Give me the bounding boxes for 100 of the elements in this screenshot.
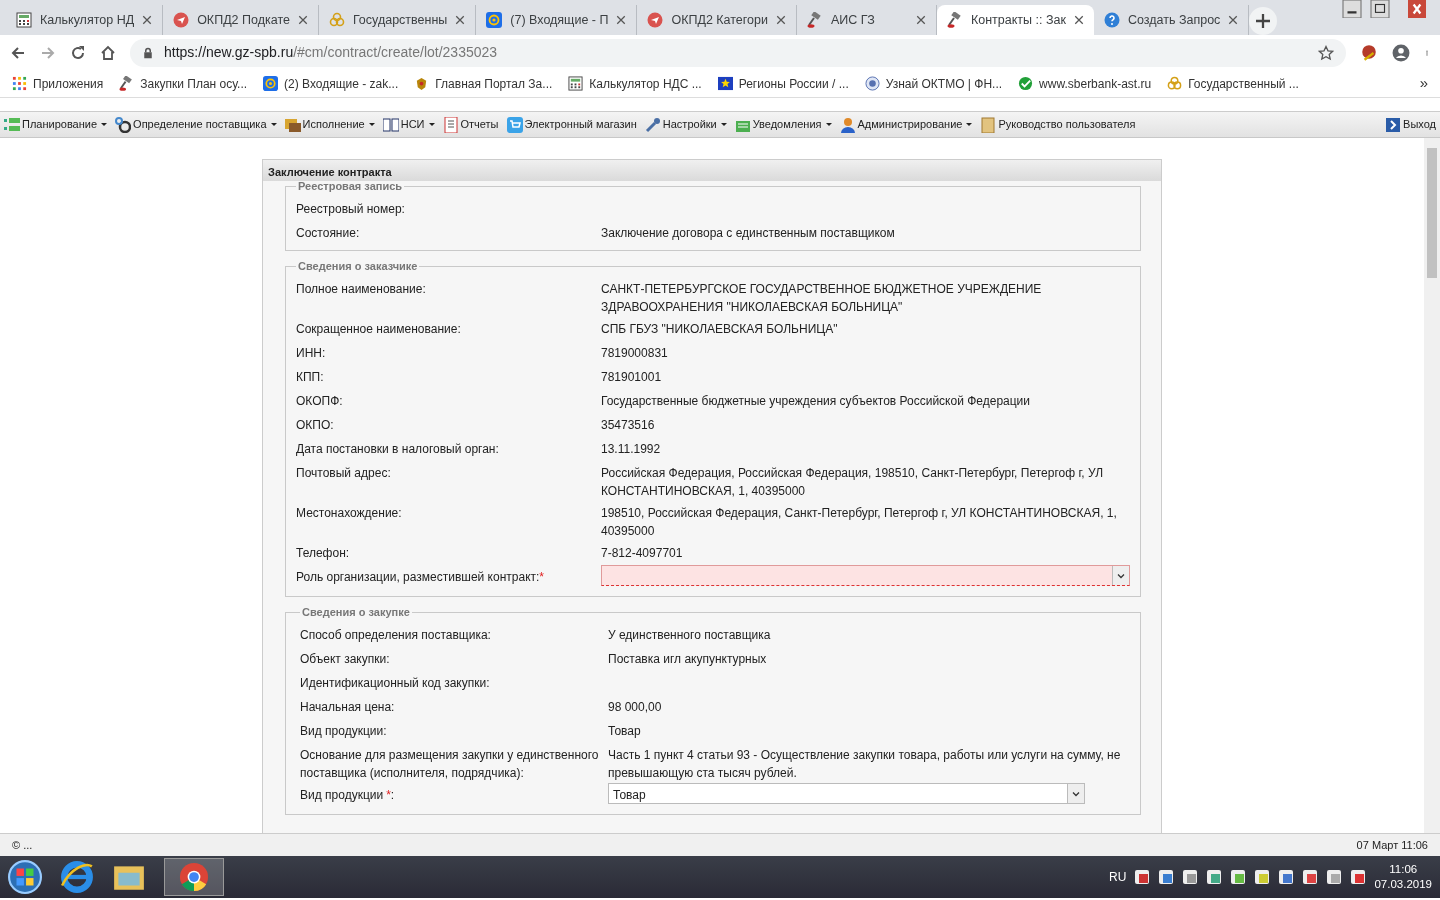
exit-button[interactable]: Выход <box>1385 116 1436 133</box>
tray-icon[interactable] <box>1206 869 1223 885</box>
field-value: Государственные бюджетные учреждения субъектов Российской Федерации <box>601 394 1031 408</box>
tray-icon[interactable] <box>1350 869 1367 885</box>
bookmark-link[interactable]: Приложения <box>33 74 104 93</box>
language-indicator[interactable]: RU <box>1109 868 1127 886</box>
check-circle-icon <box>1018 76 1034 91</box>
apps-grid-icon <box>12 76 27 91</box>
close-icon[interactable] <box>916 15 926 25</box>
tray-icon[interactable] <box>1182 869 1199 885</box>
field-value: 13.11.1992 <box>601 442 661 456</box>
paper-plane-icon <box>173 12 190 28</box>
close-icon[interactable] <box>776 15 786 25</box>
select-field[interactable] <box>601 565 1130 586</box>
field-label: ОКПО: <box>296 417 335 434</box>
paper-plane-icon <box>647 12 664 28</box>
back-icon[interactable] <box>10 44 26 61</box>
tray-icon[interactable] <box>1230 869 1247 885</box>
extension-icon[interactable] <box>1360 43 1378 62</box>
field-value: Российская Федерация, Российская Федерация, 198510, Санкт-Петербург, Петергоф г, УЛ КОНСТАНТИНОВСКАЯ, 1, 40395000 <box>601 466 1104 498</box>
mail-icon <box>486 12 503 28</box>
section-legend: Сведения о закупке <box>300 607 412 618</box>
user-icon <box>839 116 856 133</box>
bookmark-link[interactable]: Калькулятор НДС ... <box>589 74 702 93</box>
bookmark-link[interactable]: www.sberbank-ast.ru <box>1039 74 1152 93</box>
field-label: ИНН: <box>296 345 327 362</box>
field-label: Полное наименование: <box>296 281 427 298</box>
gavel-icon <box>119 76 135 91</box>
field-value: САНКТ-ПЕТЕРБУРГСКОЕ ГОСУДАРСТВЕННОЕ БЮДЖЕТНОЕ УЧРЕЖДЕНИЕ ЗДРАВООХРАНЕНИЯ "НИКОЛАЕВСКАЯ БОЛЬНИЦА" <box>601 282 1042 314</box>
menu-item[interactable]: Электронный магазин <box>506 116 637 133</box>
taskbar-clock[interactable]: 11:06 07.03.2019 <box>1374 862 1432 892</box>
bookmark-link[interactable]: Регионы России / ... <box>738 74 849 93</box>
home-icon[interactable] <box>100 44 116 61</box>
reload-icon[interactable] <box>70 44 86 61</box>
field-label: Местонахождение: <box>296 505 403 522</box>
tray-icon[interactable] <box>1134 869 1151 885</box>
status-datetime: 07 Март 11:06 <box>1356 837 1428 853</box>
field-label: Состояние: <box>296 225 361 242</box>
field-label: Реестровый номер: <box>296 201 406 218</box>
wrench-icon <box>644 116 661 133</box>
field-value: 781901001 <box>601 370 662 384</box>
tray-icon[interactable] <box>1326 869 1343 885</box>
account-icon[interactable] <box>1392 43 1410 62</box>
close-icon[interactable] <box>1073 15 1084 25</box>
close-icon[interactable] <box>616 15 627 25</box>
mail-icon <box>263 76 279 91</box>
close-icon[interactable] <box>142 15 153 25</box>
field-label: Объект закупки: <box>300 651 391 668</box>
bookmark-link[interactable]: Главная Портал За... <box>435 74 553 93</box>
field-label: Почтовый адрес: <box>296 465 392 482</box>
chrome-taskbar-button[interactable] <box>164 858 224 896</box>
tray-icon[interactable] <box>1254 869 1271 885</box>
close-icon[interactable] <box>297 15 308 25</box>
lock-icon <box>142 46 154 59</box>
close-icon[interactable] <box>1228 15 1239 25</box>
bookmark-link[interactable]: Закупки План осу... <box>140 74 248 93</box>
field-label: Роль организации, разместившей контракт:* <box>296 569 546 586</box>
chrome-icon <box>179 862 209 892</box>
dropdown-icon[interactable] <box>1072 789 1080 798</box>
dropdown-icon[interactable] <box>1117 571 1125 580</box>
menu-item[interactable]: НСИ <box>382 116 435 133</box>
star-icon[interactable] <box>1318 44 1334 61</box>
field-value: Товар <box>608 724 641 738</box>
tray-icon[interactable] <box>1158 869 1175 885</box>
field-value: Поставка игл акупунктурных <box>608 652 767 666</box>
section-legend: Реестровая запись <box>296 181 405 192</box>
more-bookmarks-button[interactable]: » <box>1419 72 1428 95</box>
coins-icon <box>1167 76 1183 91</box>
folders-icon <box>284 116 301 133</box>
new-tab-icon[interactable] <box>1249 7 1278 35</box>
menu-item[interactable]: Определение поставщика <box>115 116 277 133</box>
menu-item[interactable]: Настройки <box>644 116 727 133</box>
menu-item[interactable]: Планирование <box>4 116 108 133</box>
field-value: СПБ ГБУЗ "НИКОЛАЕВСКАЯ БОЛЬНИЦА" <box>601 322 838 336</box>
browser-tab[interactable]: Контракты :: Зак <box>937 5 1094 35</box>
menu-item[interactable]: Уведомления <box>734 116 832 133</box>
bookmark-link[interactable]: Государственный ... <box>1188 74 1299 93</box>
bookmark-link[interactable]: (2) Входящие - zak... <box>284 74 399 93</box>
bookmark-link[interactable]: Узнай ОКТМО | ФН... <box>885 74 1003 93</box>
select-field[interactable]: Товар <box>608 783 1085 804</box>
tray-icon[interactable] <box>1278 869 1295 885</box>
document-icon <box>442 116 459 133</box>
tray-icon[interactable] <box>1302 869 1319 885</box>
field-value: У единственного поставщика <box>608 628 771 642</box>
field-label: КПП: <box>296 369 325 386</box>
menu-item[interactable]: Руководство пользователя <box>980 116 1136 133</box>
start-orb-icon[interactable] <box>8 860 42 894</box>
scrollbar[interactable] <box>1424 138 1440 833</box>
field-label: Сокращенное наименование: <box>296 321 462 338</box>
field-value: Заключение договора с единственным поставщиком <box>601 226 895 240</box>
menu-item[interactable]: Отчеты <box>442 116 499 133</box>
browser-e-icon[interactable] <box>60 860 94 894</box>
menu-item[interactable]: Исполнение <box>284 116 375 133</box>
coins-icon <box>328 12 345 28</box>
menu-item[interactable]: Администрирование <box>839 116 973 133</box>
address-field[interactable]: https://new.gz-spb.ru/#cm/contract/create/lot/2335023 <box>130 38 1346 67</box>
close-icon[interactable] <box>455 15 466 25</box>
field-label: Способ определения поставщика: <box>300 627 492 644</box>
field-label: Вид продукции: <box>300 723 388 740</box>
gears-icon <box>115 116 132 133</box>
